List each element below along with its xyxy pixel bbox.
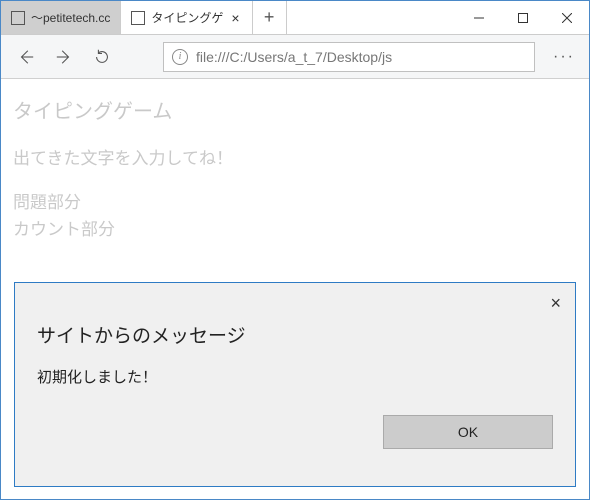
new-tab-button[interactable]: + [253, 1, 287, 34]
page-icon [131, 11, 145, 25]
tab-close-icon[interactable]: × [229, 10, 241, 26]
tab-inactive[interactable]: ～petitetech.cc [1, 1, 121, 34]
tab-active[interactable]: タイピングゲ × [121, 1, 252, 34]
close-window-button[interactable] [545, 1, 589, 34]
forward-button[interactable] [47, 40, 81, 74]
dialog-message: 初期化しました！ [37, 366, 553, 387]
dialog-title: サイトからのメッセージ [37, 321, 553, 348]
tab-label: ～petitetech.cc [31, 9, 110, 26]
dialog-close-icon[interactable]: × [550, 293, 561, 314]
more-button[interactable]: ··· [547, 48, 581, 66]
back-button[interactable] [9, 40, 43, 74]
page-icon [11, 11, 25, 25]
maximize-button[interactable] [501, 1, 545, 34]
alert-dialog: × サイトからのメッセージ 初期化しました！ OK [14, 282, 576, 487]
ok-button[interactable]: OK [383, 415, 553, 449]
refresh-button[interactable] [85, 40, 119, 74]
tab-label: タイピングゲ [151, 9, 223, 26]
minimize-button[interactable] [457, 1, 501, 34]
toolbar: i file:///C:/Users/a_t_7/Desktop/js ··· [1, 35, 589, 79]
title-bar: ～petitetech.cc タイピングゲ × + [1, 1, 589, 35]
address-bar[interactable]: i file:///C:/Users/a_t_7/Desktop/js [163, 42, 535, 72]
info-icon[interactable]: i [172, 49, 188, 65]
url-text: file:///C:/Users/a_t_7/Desktop/js [196, 49, 392, 65]
